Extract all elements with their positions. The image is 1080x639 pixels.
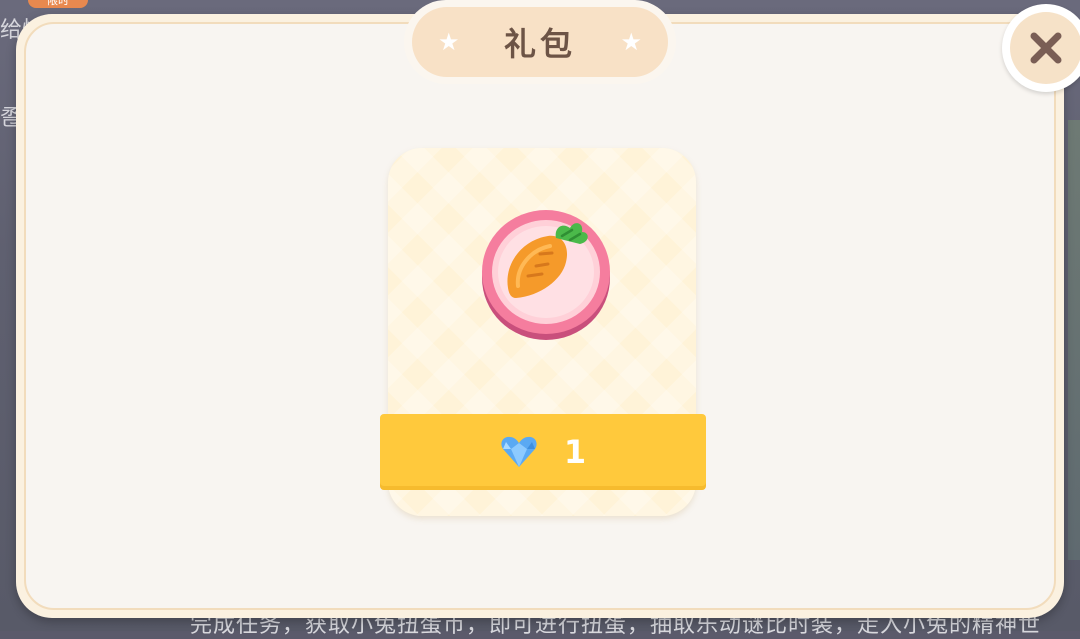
limited-tag: 限时	[28, 0, 88, 8]
price-content: 1	[500, 433, 586, 471]
price-value: 1	[563, 433, 587, 471]
close-button[interactable]	[1002, 4, 1080, 92]
star-icon: ★	[438, 28, 460, 56]
blue-heart-gem-icon	[501, 436, 537, 467]
modal-title: 礼包	[503, 25, 576, 63]
price-ribbon[interactable]: 1	[380, 414, 706, 490]
background-panel	[1068, 120, 1080, 560]
star-icon: ★	[620, 28, 642, 56]
title-pill-inner: ★ 礼包 ★	[412, 7, 668, 77]
modal-title-pill: ★ 礼包 ★	[404, 0, 676, 84]
carrot-coin-icon	[482, 210, 610, 340]
close-button-inner[interactable]	[1010, 12, 1080, 84]
close-icon[interactable]	[1027, 29, 1065, 67]
